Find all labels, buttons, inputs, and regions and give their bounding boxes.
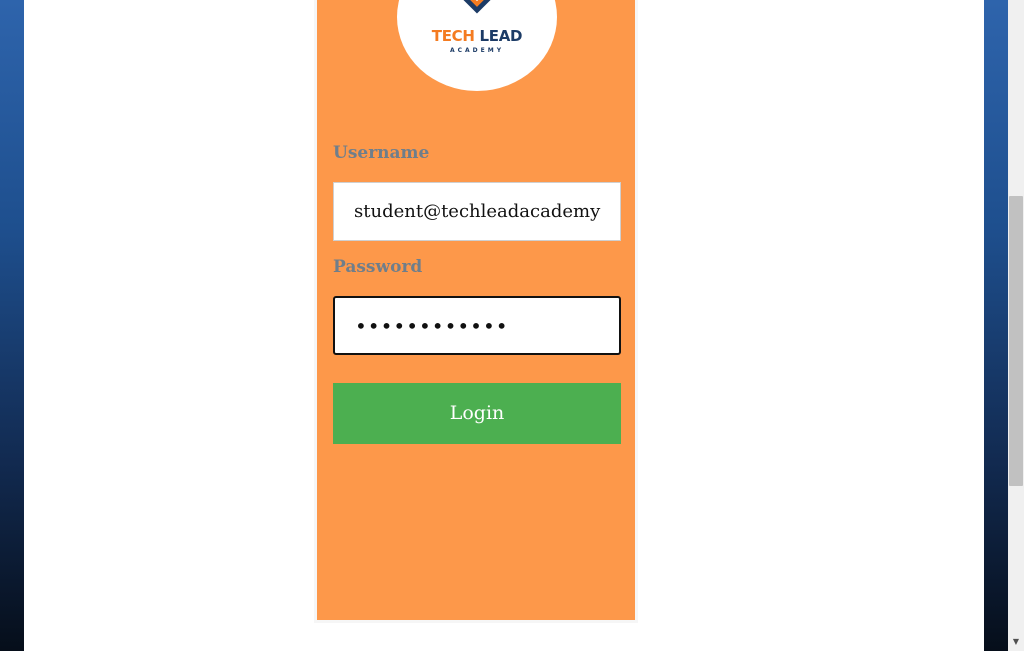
password-field[interactable]: •••••••••••• <box>333 296 621 355</box>
logo-word-tech: TECH <box>431 27 475 45</box>
chevron-down-icon[interactable]: ▼ <box>1008 637 1024 647</box>
username-label: Username <box>333 143 430 163</box>
background-left <box>0 0 24 651</box>
login-card: TECH LEAD ACADEMY Username student@techl… <box>314 0 638 623</box>
username-field[interactable]: student@techleadacademy <box>333 182 621 241</box>
diamond-logo-icon <box>463 0 491 14</box>
vertical-scrollbar[interactable]: ▼ <box>1008 0 1024 651</box>
scrollbar-thumb[interactable] <box>1009 196 1023 486</box>
logo-subtitle: ACADEMY <box>449 47 505 54</box>
logo-word-lead: LEAD <box>479 27 523 45</box>
background-right <box>984 0 1008 651</box>
password-label: Password <box>333 257 423 277</box>
logo-title: TECH LEAD <box>397 27 557 45</box>
page: TECH LEAD ACADEMY Username student@techl… <box>24 0 984 651</box>
login-button[interactable]: Login <box>333 383 621 444</box>
logo: TECH LEAD ACADEMY <box>397 0 557 91</box>
